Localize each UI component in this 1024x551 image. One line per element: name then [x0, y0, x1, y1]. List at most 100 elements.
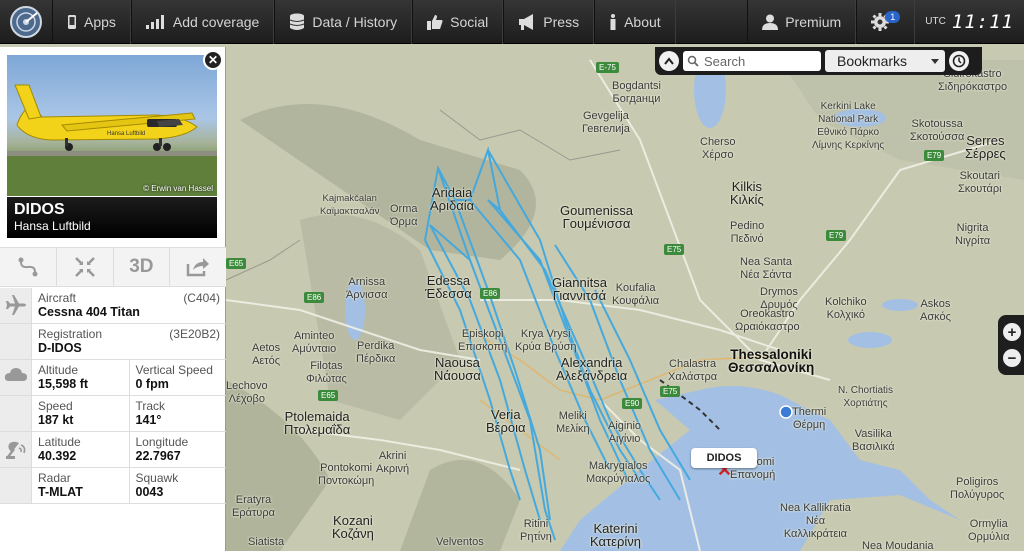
top-navigation-bar: Apps Add coverage Data / History Social … [0, 0, 1024, 44]
map-label: Aminteo Αμύνταιο [292, 330, 337, 355]
nav-social[interactable]: Social [412, 0, 504, 44]
map-label: Kilkis Κιλκίς [730, 179, 764, 207]
registration-value: D-IDOS [38, 341, 82, 355]
3d-view-button[interactable]: 3D [114, 248, 171, 286]
map-label: Filotas Φιλώτας [306, 360, 347, 385]
map-label: Nigrita Νιγρίτα [955, 222, 991, 247]
map-label: Lechovo Λέχοβο [226, 380, 268, 405]
satellite-dish-icon [0, 432, 32, 467]
location-pin-icon[interactable] [779, 405, 793, 419]
collapse-arrows-icon [74, 257, 95, 277]
route-button[interactable] [0, 248, 57, 286]
map-label: Cherso Χέρσο [700, 136, 736, 161]
collapse-toolbar-button[interactable] [659, 51, 679, 71]
squawk-value: 0043 [135, 485, 164, 499]
map-label: Pedino Πεδινό [730, 220, 765, 245]
nav-add-coverage-label: Add coverage [172, 13, 260, 30]
search-icon [687, 55, 699, 67]
road-marker: E86 [480, 288, 501, 299]
latitude-value: 40.392 [38, 449, 77, 463]
track-cell: Track 141° [130, 396, 227, 431]
nav-apps[interactable]: Apps [52, 0, 131, 44]
route-icon [18, 257, 38, 277]
bookmarks-dropdown[interactable]: Bookmarks [825, 50, 945, 72]
nav-data-history-label: Data / History [312, 13, 398, 30]
user-icon [762, 14, 779, 30]
longitude-label: Longitude [135, 435, 189, 449]
map-label: Akrini Ακρινή [376, 450, 410, 475]
map-label: Serres Σέρρες [965, 133, 1006, 161]
empty-icon-cell [0, 396, 32, 431]
road-marker: E79 [826, 230, 847, 241]
thumbs-up-icon [427, 14, 443, 30]
altitude-label: Altitude [38, 363, 79, 377]
map-label: Oreokastro Ωραιόκαστρο [735, 308, 800, 333]
aircraft-photo[interactable]: Hansa Luftbild © Erwin van Hassel [7, 55, 217, 196]
latitude-label: Latitude [38, 435, 81, 449]
share-icon [186, 258, 210, 277]
road-marker: E86 [304, 292, 325, 303]
registration-label: Registration [38, 327, 103, 341]
zoom-out-icon[interactable]: − [1003, 349, 1021, 367]
squawk-label: Squawk [135, 471, 179, 485]
registration-row: Registration (3E20B2) D-IDOS [0, 324, 226, 360]
speed-cell: Speed 187 kt [32, 396, 130, 431]
photo-credit: © Erwin van Hassel [143, 184, 213, 193]
map-label: Bogdantsi Богданци [612, 80, 661, 105]
zoom-in-icon[interactable]: + [1003, 323, 1021, 341]
map-label: Katerini Κατερίνη [590, 521, 641, 549]
svg-text:Hansa Luftbild: Hansa Luftbild [107, 131, 145, 137]
nav-add-coverage[interactable]: Add coverage [130, 0, 275, 44]
playback-button[interactable] [949, 51, 969, 71]
radar-cell: Radar T-MLAT [32, 468, 130, 503]
empty-icon-cell [0, 324, 32, 359]
utc-clock: UTC 11:11 [915, 11, 1024, 33]
nav-data-history[interactable]: Data / History [274, 0, 413, 44]
map-label: Edessa Έδεσσα [425, 273, 472, 301]
utc-label: UTC [925, 16, 946, 27]
flight-tracker-app: ✕ Bogdantsi Богданци Gevgelija Гевгелија… [0, 0, 1024, 551]
road-marker: E75 [664, 244, 685, 255]
caret-down-icon [931, 58, 939, 64]
map-label: Makrygialos Μακρύγιαλος [586, 460, 651, 485]
aircraft-row: Aircraft (C404) Cessna 404 Titan [0, 288, 226, 324]
center-aircraft-button[interactable] [57, 248, 114, 286]
plane-icon [0, 288, 32, 323]
speed-label: Speed [38, 399, 73, 413]
map-label: Eratyra Εράτυρα [232, 494, 275, 519]
nav-premium[interactable]: Premium [747, 0, 857, 44]
map-label: Giannitsa Γιαννιτσά [552, 275, 607, 303]
map-toolbar: Search Bookmarks [655, 47, 982, 75]
flight-callout[interactable]: DIDOS [691, 448, 757, 468]
signal-bars-icon [145, 14, 164, 29]
map-label: Skotoussa Σκοτούσσα [910, 118, 965, 143]
flightradar-logo-icon[interactable] [0, 0, 52, 44]
nav-about[interactable]: About [594, 0, 676, 44]
nav-settings[interactable]: 1 [856, 0, 916, 44]
map-label: Ormylia Ορμύλια [968, 518, 1010, 543]
map-label: Koufalia Κουφάλια [612, 282, 660, 307]
map-label: Arnissa Άρνισσα [346, 276, 388, 301]
speed-value: 187 kt [38, 413, 74, 427]
altitude-value: 15,598 ft [38, 377, 89, 391]
map-label: Thermi Θέρμη [792, 406, 827, 431]
road-marker: E75 [660, 386, 681, 397]
close-panel-button[interactable]: ✕ [203, 50, 223, 70]
share-button[interactable] [170, 248, 226, 286]
search-input[interactable]: Search [683, 51, 821, 71]
clock-icon [952, 54, 966, 68]
speed-row: Speed 187 kt Track 141° [0, 396, 226, 432]
map-label: Meliki Μελίκη [556, 410, 590, 435]
map-label: Episkopi Επισκοπή [458, 328, 508, 353]
map-label: Krya Vrysi Κρύα Βρύση [515, 328, 577, 353]
radar-value: T-MLAT [38, 485, 83, 499]
nav-about-label: About [624, 13, 661, 30]
map-label: Vasilika Βασιλικά [852, 428, 895, 453]
track-value: 141° [135, 413, 162, 427]
map-label: Nea Kallikratia Νέα Καλλικράτεια [780, 502, 851, 540]
flight-title: DIDOS Hansa Luftbild [7, 197, 217, 238]
close-icon: ✕ [207, 53, 219, 67]
nav-press[interactable]: Press [503, 0, 595, 44]
empty-icon-cell [0, 468, 32, 503]
map-label: Veria Βέροια [486, 407, 526, 435]
